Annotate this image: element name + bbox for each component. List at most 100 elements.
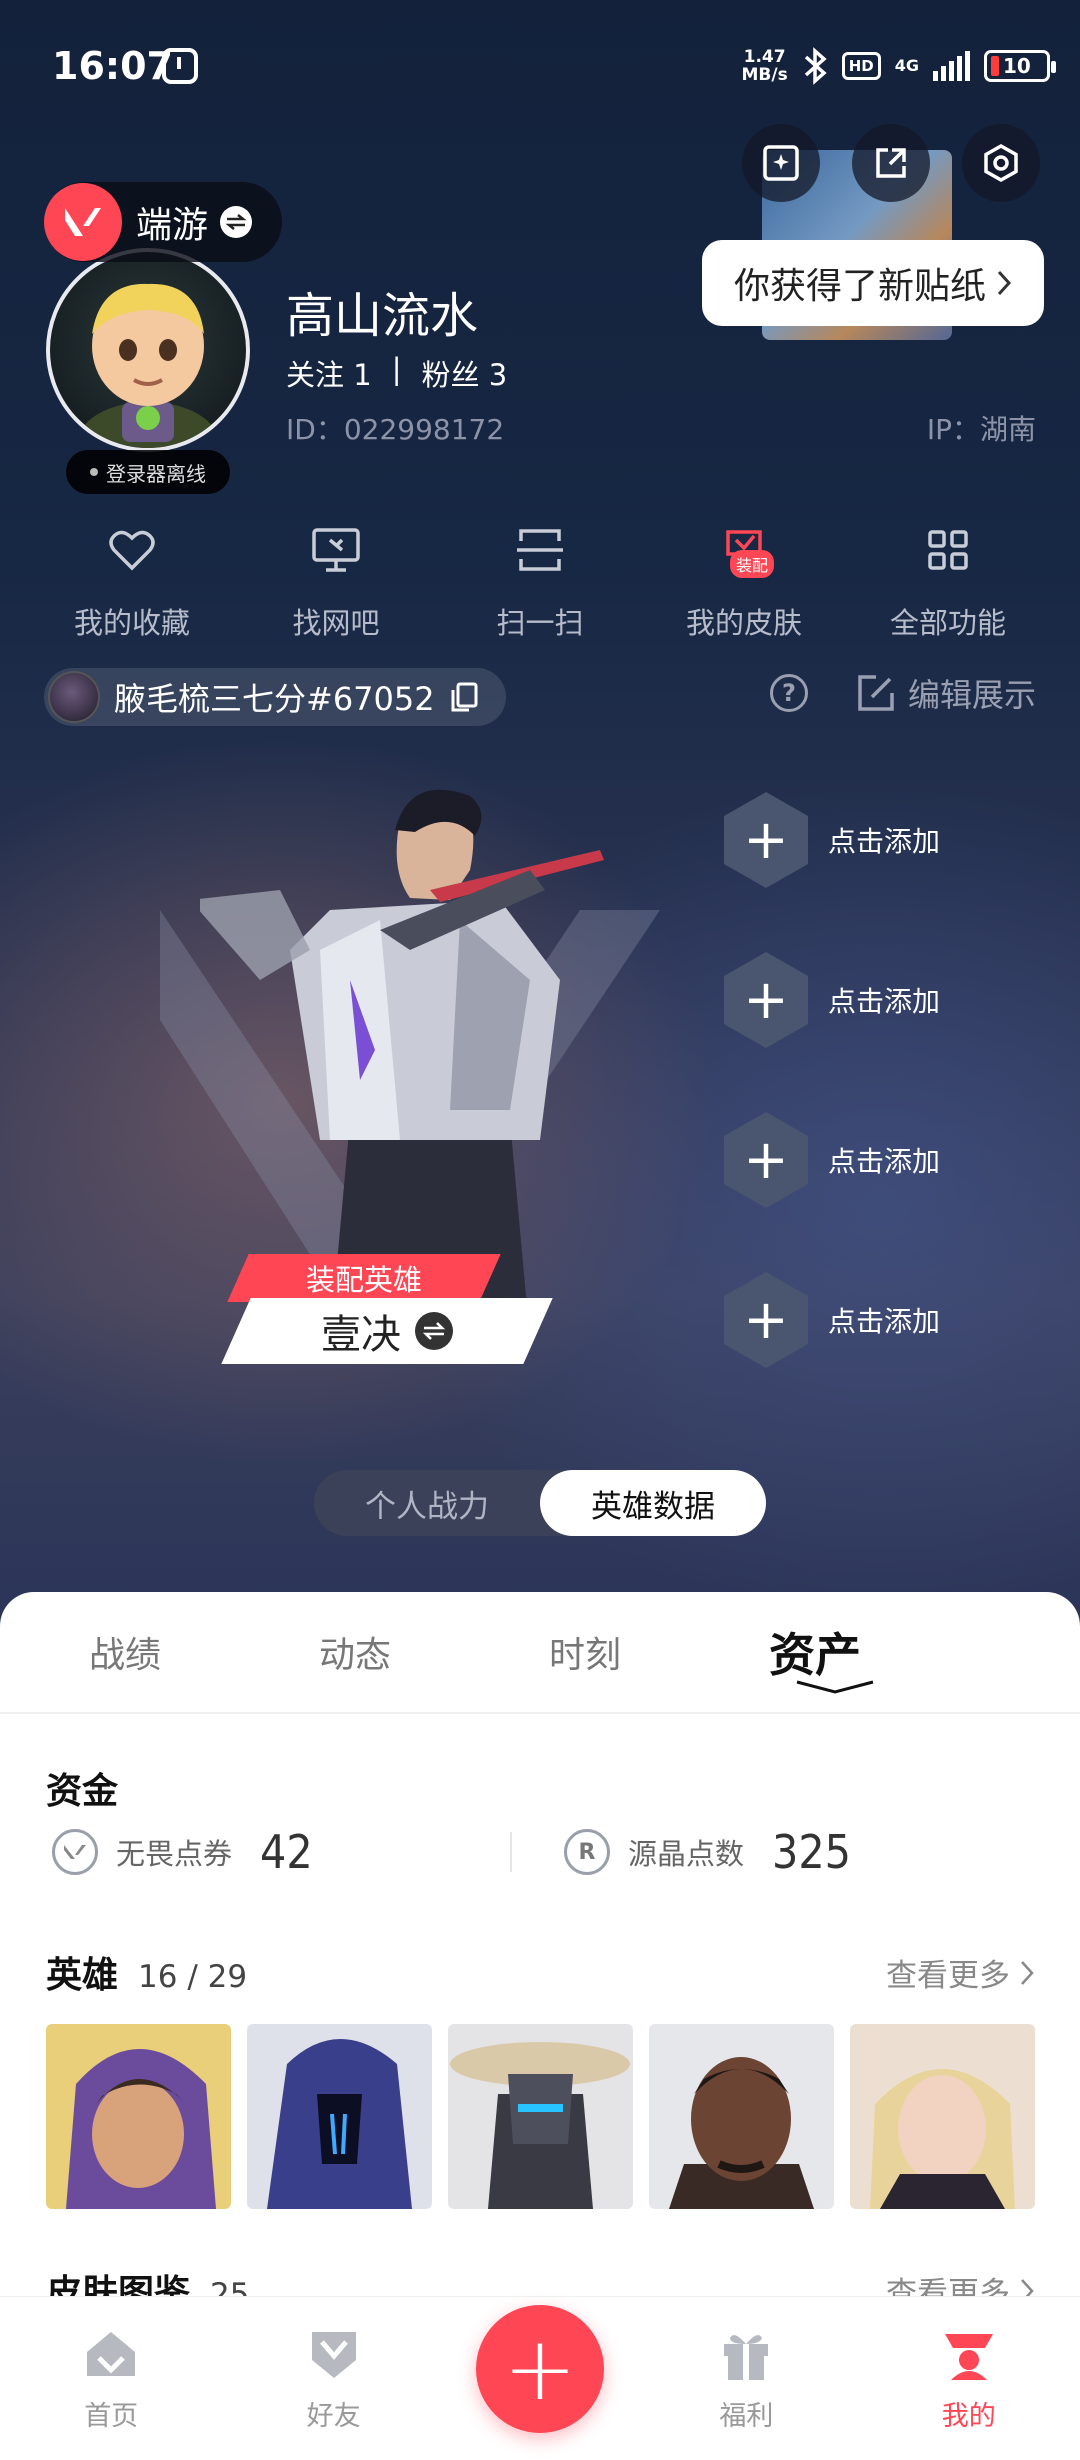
fans-count[interactable]: 粉丝 3 bbox=[421, 352, 507, 394]
nav-profile[interactable]: 我的 bbox=[889, 2324, 1049, 2433]
quick-action-all-features[interactable]: 全部功能 bbox=[846, 520, 1050, 642]
follow-stats: 关注 1 | 粉丝 3 bbox=[286, 352, 507, 394]
username: 高山流水 bbox=[286, 288, 479, 344]
hero-card[interactable] bbox=[649, 2024, 834, 2209]
riot-id-pill[interactable]: 腋毛梳三七分#67052 bbox=[44, 668, 506, 726]
add-slot[interactable]: + 点击添加 bbox=[724, 1112, 940, 1208]
bluetooth-icon bbox=[804, 47, 827, 85]
nav-friends[interactable]: 好友 bbox=[254, 2324, 414, 2433]
tab-record[interactable]: 战绩 bbox=[10, 1592, 240, 1712]
swap-icon bbox=[415, 1312, 453, 1350]
skin-icon: 装配 bbox=[714, 520, 775, 580]
heroes-see-more[interactable]: 查看更多 bbox=[886, 1950, 1034, 1995]
riot-id: 腋毛梳三七分#67052 bbox=[114, 680, 435, 718]
following-count[interactable]: 关注 1 bbox=[286, 352, 372, 394]
edit-display-button[interactable]: 编辑展示 bbox=[856, 670, 1036, 716]
heroes-header: 英雄 16 / 29 bbox=[46, 1946, 247, 1998]
quick-actions: 我的收藏 找网吧 扫一扫 装配 我的皮肤 全部功能 bbox=[30, 520, 1050, 642]
game-name: 端游 bbox=[136, 205, 209, 246]
status-bar: 16:07 1.47 MB/s HD 4G 10 bbox=[0, 0, 1080, 130]
fund-rp: R 源晶点数 325 bbox=[564, 1825, 851, 1879]
nav-home[interactable]: 首页 bbox=[31, 2324, 191, 2433]
hd-icon: HD bbox=[841, 52, 881, 80]
create-post-button[interactable]: + bbox=[475, 2304, 604, 2433]
status-time: 16:07 bbox=[52, 44, 173, 88]
add-slot[interactable]: + 点击添加 bbox=[724, 952, 940, 1048]
toggle-hero-data[interactable]: 英雄数据 bbox=[540, 1470, 766, 1536]
status-dot-icon bbox=[90, 468, 98, 476]
tab-moments[interactable]: 时刻 bbox=[470, 1592, 700, 1712]
scan-icon bbox=[510, 520, 570, 580]
hero-card[interactable] bbox=[247, 2024, 432, 2209]
hero-card[interactable] bbox=[448, 2024, 633, 2209]
gift-icon bbox=[716, 2324, 776, 2384]
settings-icon[interactable] bbox=[962, 124, 1040, 202]
quick-action-scan[interactable]: 扫一扫 bbox=[438, 520, 642, 642]
tab-indicator bbox=[796, 1680, 874, 1694]
grid-icon bbox=[918, 520, 978, 580]
equip-agent-tag: 装配英雄 bbox=[227, 1254, 501, 1302]
add-icon: + bbox=[724, 1272, 808, 1368]
stats-toggle: 个人战力 英雄数据 bbox=[314, 1470, 766, 1536]
valorant-points-icon bbox=[52, 1829, 98, 1875]
funds-title: 资金 bbox=[46, 1771, 119, 1812]
riot-avatar bbox=[48, 671, 100, 723]
friends-icon bbox=[304, 2324, 364, 2384]
monitor-icon bbox=[306, 520, 366, 580]
hero-list bbox=[46, 2024, 1035, 2209]
vp-value: 42 bbox=[260, 1825, 313, 1879]
quick-action-favorites[interactable]: 我的收藏 bbox=[30, 520, 234, 642]
quick-action-find-cafe[interactable]: 找网吧 bbox=[234, 520, 438, 642]
signal-icon bbox=[933, 51, 970, 81]
game-switch-pill[interactable]: 端游 bbox=[44, 182, 282, 262]
top-action-icons bbox=[742, 124, 1040, 202]
stat-separator: | bbox=[391, 352, 402, 386]
alarm-icon bbox=[162, 48, 198, 84]
network-type: 4G bbox=[894, 56, 919, 75]
heroes-count: 16 / 29 bbox=[138, 1959, 248, 1995]
help-icon[interactable]: ? bbox=[770, 674, 808, 712]
fund-vp: 无畏点券 42 bbox=[52, 1825, 313, 1879]
hero-card[interactable] bbox=[46, 2024, 231, 2209]
battery-icon: 10 bbox=[984, 50, 1056, 82]
copy-icon[interactable] bbox=[449, 681, 479, 713]
heroes-title: 英雄 bbox=[46, 1955, 119, 1996]
radianite-points-icon: R bbox=[564, 1829, 610, 1875]
swap-icon bbox=[220, 206, 253, 238]
add-icon: + bbox=[724, 792, 808, 888]
chevron-right-icon bbox=[1021, 1960, 1034, 1985]
content-tabs: 战绩 动态 时刻 资产 bbox=[0, 1592, 1080, 1712]
chevron-right-icon bbox=[997, 270, 1012, 296]
rp-value: 325 bbox=[772, 1825, 851, 1879]
toggle-personal-power[interactable]: 个人战力 bbox=[314, 1470, 540, 1536]
edit-icon bbox=[858, 675, 894, 711]
valorant-logo-icon bbox=[44, 183, 122, 261]
add-slot[interactable]: + 点击添加 bbox=[724, 792, 940, 888]
status-indicators: 1.47 MB/s HD 4G 10 bbox=[741, 44, 1056, 88]
divider bbox=[510, 1832, 512, 1872]
agent-name: 壹决 bbox=[321, 1312, 401, 1358]
tab-assets[interactable]: 资产 bbox=[700, 1592, 930, 1712]
tab-feed[interactable]: 动态 bbox=[240, 1592, 470, 1712]
equip-badge: 装配 bbox=[730, 550, 775, 578]
nav-benefits[interactable]: 福利 bbox=[666, 2324, 826, 2433]
launcher-status-pill: 登录器离线 bbox=[66, 450, 230, 494]
new-sticker-bubble[interactable]: 你获得了新贴纸 bbox=[702, 240, 1044, 326]
profile-icon bbox=[939, 2324, 999, 2384]
avatar[interactable] bbox=[46, 248, 250, 452]
sticker-icon[interactable] bbox=[742, 124, 820, 202]
divider bbox=[0, 1712, 1080, 1714]
add-icon: + bbox=[724, 1112, 808, 1208]
quick-action-my-skins[interactable]: 装配 我的皮肤 bbox=[642, 520, 846, 642]
add-slot[interactable]: + 点击添加 bbox=[724, 1272, 940, 1368]
agent-switch-button[interactable]: 壹决 bbox=[221, 1298, 553, 1364]
network-speed: 1.47 MB/s bbox=[741, 47, 788, 85]
bottom-nav: 首页 好友 + 福利 我的 bbox=[0, 2296, 1080, 2460]
ip-location: IP：湖南 bbox=[926, 413, 1036, 446]
heart-icon bbox=[102, 520, 162, 580]
user-id: ID：022998172 bbox=[286, 413, 505, 446]
share-icon[interactable] bbox=[852, 124, 930, 202]
add-icon: + bbox=[724, 952, 808, 1048]
hero-card[interactable] bbox=[850, 2024, 1035, 2209]
home-icon bbox=[81, 2324, 141, 2384]
